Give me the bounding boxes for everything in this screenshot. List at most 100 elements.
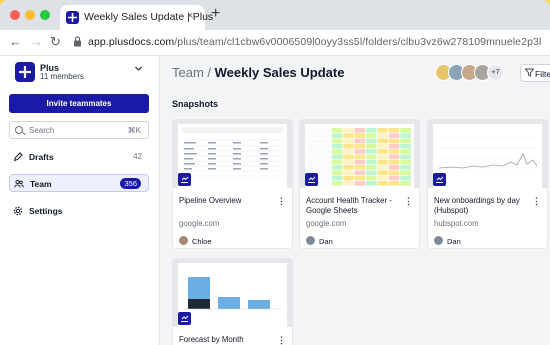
heatmap-cell <box>388 165 400 170</box>
heatmap-cell <box>354 175 366 181</box>
minimize-window-button[interactable] <box>25 10 35 20</box>
tab-close-icon[interactable]: × <box>187 10 193 22</box>
url-path: /plus/team/cl1cbw6v0006509l0oyy3ss5l/fol… <box>174 36 542 48</box>
heatmap-cell <box>331 149 343 154</box>
heatmap-cell <box>377 175 388 181</box>
invite-teammates-button[interactable]: Invite teammates <box>9 94 149 113</box>
snapshot-card[interactable]: New onboardings by day (Hubspot) ⋮ hubsp… <box>427 119 548 249</box>
heatmap-cell <box>388 154 400 160</box>
sidebar: Plus 11 members Invite teammates Search … <box>0 56 160 345</box>
sidebar-item-team[interactable]: Team 356 <box>9 174 149 192</box>
forward-arrow-icon[interactable]: → <box>30 34 43 49</box>
breadcrumb: Team / Weekly Sales Update <box>172 65 344 80</box>
heatmap-cell <box>366 143 377 149</box>
heatmap-cell <box>343 181 354 186</box>
heatmap-cell <box>309 149 320 154</box>
heatmap-cell <box>388 143 400 149</box>
heatmap-cell <box>388 170 400 175</box>
reload-icon[interactable]: ↻ <box>50 34 61 50</box>
heatmap-cell <box>388 138 400 144</box>
heatmap-cell <box>366 133 377 138</box>
heatmap-cell <box>343 170 354 175</box>
heatmap-cell <box>331 133 343 138</box>
more-options-icon[interactable]: ⋮ <box>277 196 286 207</box>
heatmap-cell <box>354 133 366 138</box>
main-content: Team / Weekly Sales Update +7 Filter Sna… <box>160 56 550 345</box>
breadcrumb-team[interactable]: Team <box>172 65 204 80</box>
heatmap-cell <box>343 159 354 165</box>
close-window-button[interactable] <box>10 10 20 20</box>
snapshot-badge-icon <box>178 173 191 186</box>
sidebar-item-drafts[interactable]: Drafts 42 <box>9 148 149 166</box>
more-options-icon[interactable]: ⋮ <box>277 335 286 345</box>
browser-tab[interactable]: Weekly Sales Update | Plus × <box>60 5 213 30</box>
card-source: google.com <box>179 219 220 228</box>
heatmap-cell <box>400 149 411 154</box>
snapshot-badge-icon <box>305 173 318 186</box>
heatmap-cell <box>343 165 354 170</box>
heatmap-cell <box>320 149 331 154</box>
heatmap-cell <box>377 159 388 165</box>
chevron-down-icon[interactable] <box>134 64 143 75</box>
sidebar-item-count: 356 <box>120 178 141 189</box>
heatmap-cell <box>331 154 343 160</box>
browser-window: Weekly Sales Update | Plus × + ← → ↻ app… <box>0 0 550 345</box>
snapshot-card[interactable]: Account Health Tracker - Google Sheets ⋮… <box>299 119 420 249</box>
maximize-window-button[interactable] <box>40 10 50 20</box>
heatmap-cell <box>354 138 366 144</box>
more-options-icon[interactable]: ⋮ <box>532 196 541 207</box>
heatmap-cell <box>354 143 366 149</box>
search-icon <box>15 126 23 134</box>
line-chart-preview <box>433 124 542 188</box>
heatmap-cell <box>366 154 377 160</box>
heatmap-cell <box>388 149 400 154</box>
heatmap-cell <box>320 143 331 149</box>
page-title: Weekly Sales Update <box>214 65 345 80</box>
url-field[interactable]: app.plusdocs.com/plus/team/cl1cbw6v00065… <box>88 36 541 48</box>
new-tab-button[interactable]: + <box>211 6 220 22</box>
heatmap-cell <box>377 149 388 154</box>
heatmap-cell <box>320 181 331 186</box>
tab-bar: Weekly Sales Update | Plus × + <box>0 0 550 30</box>
card-title: Account Health Tracker - Google Sheets <box>306 196 392 215</box>
heatmap-cell <box>400 181 411 186</box>
heatmap-cell <box>354 165 366 170</box>
sidebar-item-count: 42 <box>133 152 142 161</box>
sidebar-item-label: Drafts <box>29 152 54 162</box>
more-members-badge: +7 <box>487 64 504 81</box>
sidebar-item-label: Team <box>30 179 52 189</box>
snapshot-thumbnail <box>300 120 419 188</box>
card-source: hubspot.com <box>434 219 479 228</box>
heatmap-cell <box>377 128 388 133</box>
more-options-icon[interactable]: ⋮ <box>404 196 413 207</box>
heatmap-cell <box>366 149 377 154</box>
snapshot-badge-icon <box>433 173 446 186</box>
snapshot-card[interactable]: Forecast by Month ⋮ <box>172 258 293 345</box>
heatmap-cell <box>320 138 331 144</box>
heatmap-cell <box>331 128 343 133</box>
snapshot-card[interactable]: Pipeline Overview ⋮ google.com Chloe <box>172 119 293 249</box>
heatmap-cell <box>331 143 343 149</box>
workspace-logo-icon <box>15 62 35 82</box>
search-input[interactable]: Search ⌘K <box>9 121 149 139</box>
card-title: Pipeline Overview <box>179 196 242 205</box>
sidebar-item-settings[interactable]: Settings <box>9 202 149 220</box>
lock-icon <box>74 36 81 47</box>
heatmap-cell <box>377 138 388 144</box>
filter-button[interactable]: Filter <box>520 64 550 82</box>
filter-icon <box>525 68 534 77</box>
heatmap-cell <box>354 128 366 133</box>
heatmap-cell <box>400 138 411 144</box>
heatmap-cell <box>400 154 411 160</box>
search-placeholder: Search <box>29 126 55 135</box>
heatmap-cell <box>366 175 377 181</box>
back-arrow-icon[interactable]: ← <box>9 34 22 49</box>
heatmap-cell <box>377 154 388 160</box>
heatmap-cell <box>366 170 377 175</box>
heatmap-cell <box>320 133 331 138</box>
sidebar-item-label: Settings <box>29 206 63 216</box>
section-title: Snapshots <box>172 99 219 109</box>
heatmap-cell <box>400 159 411 165</box>
heatmap-cell <box>309 138 320 144</box>
heatmap-cell <box>343 138 354 144</box>
